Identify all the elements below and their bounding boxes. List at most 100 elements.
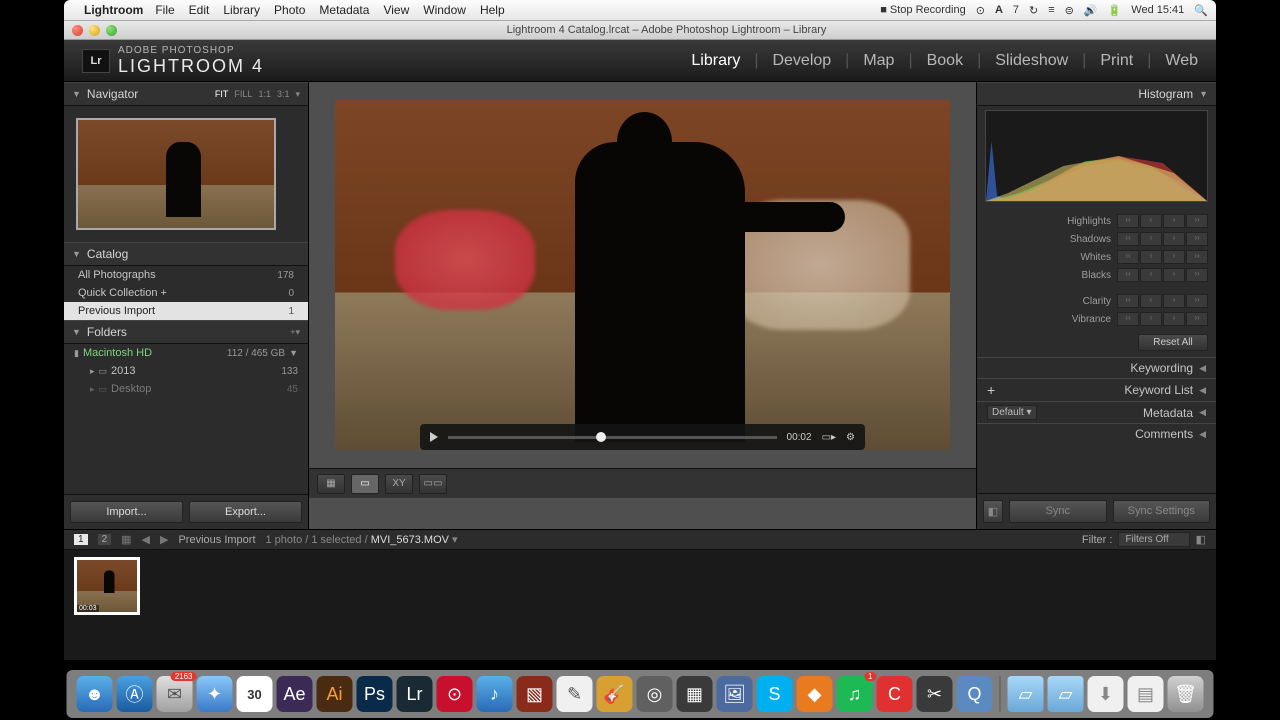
menu-library[interactable]: Library [223, 3, 260, 17]
dock-garageband[interactable]: 🎸 [597, 676, 633, 712]
survey-view-button[interactable]: ▭▭ [419, 474, 447, 494]
bluetooth-icon[interactable]: ≡ [1048, 4, 1054, 16]
dock-ccleaner[interactable]: C [877, 676, 913, 712]
chevron-right-icon[interactable]: ▸ [90, 366, 95, 377]
spotlight-icon[interactable]: 🔍 [1194, 4, 1208, 17]
chevron-down-icon[interactable]: ▼ [289, 348, 298, 358]
dock-skype[interactable]: S [757, 676, 793, 712]
second-window-button[interactable]: 2 [98, 534, 112, 545]
module-book[interactable]: Book [927, 52, 963, 70]
catalog-header[interactable]: ▼ Catalog [64, 242, 308, 266]
dock-illustrator[interactable]: Ai [317, 676, 353, 712]
video-scrubber[interactable] [448, 436, 777, 439]
import-button[interactable]: Import... [70, 501, 183, 523]
dock-app1[interactable]: ▧ [517, 676, 553, 712]
dock-photoshop[interactable]: Ps [357, 676, 393, 712]
keywording-header[interactable]: Keywording◀ [977, 357, 1216, 378]
dock-finalcut[interactable]: ✂ [917, 676, 953, 712]
sync-settings-button[interactable]: Sync Settings [1113, 500, 1211, 523]
dock-lastfm[interactable]: ⊙ [437, 676, 473, 712]
histogram-header[interactable]: Histogram ▼ [977, 82, 1216, 106]
filmstrip-thumb[interactable]: 00:03 [74, 557, 140, 615]
module-map[interactable]: Map [863, 52, 894, 70]
module-develop[interactable]: Develop [772, 52, 831, 70]
module-web[interactable]: Web [1165, 52, 1198, 70]
keyword-list-header[interactable]: + Keyword List◀ [977, 378, 1216, 401]
dock-doc[interactable]: ▤ [1128, 676, 1164, 712]
filmstrip-source[interactable]: Previous Import [178, 534, 255, 546]
next-icon[interactable]: ▶ [160, 533, 168, 546]
dock-textedit[interactable]: ✎ [557, 676, 593, 712]
close-window-button[interactable] [72, 25, 83, 36]
dock-mail[interactable]: ✉ [157, 676, 193, 712]
menu-help[interactable]: Help [480, 3, 505, 17]
dock-downloads[interactable]: ⬇ [1088, 676, 1124, 712]
sync-icon[interactable]: ↻ [1029, 4, 1038, 17]
minimize-window-button[interactable] [89, 25, 100, 36]
comments-header[interactable]: Comments◀ [977, 423, 1216, 444]
adj-highlights[interactable]: Highlights‹‹‹››› [977, 212, 1216, 230]
grid-icon[interactable]: ▦ [121, 533, 131, 546]
dock-itunes[interactable]: ♪ [477, 676, 513, 712]
dock-app3[interactable]: ▦ [677, 676, 713, 712]
menu-metadata[interactable]: Metadata [319, 3, 369, 17]
grid-view-button[interactable]: ▦ [317, 474, 345, 494]
dock-preview[interactable]: 🖼 [717, 676, 753, 712]
folder-2013[interactable]: ▸ ▭ 2013133 [64, 362, 308, 380]
dock-appstore[interactable]: Ⓐ [117, 676, 153, 712]
adj-vibrance[interactable]: Vibrance‹‹‹››› [977, 310, 1216, 328]
dock-lightroom[interactable]: Lr [397, 676, 433, 712]
nav-more-icon[interactable]: ▾ [295, 89, 300, 100]
menu-edit[interactable]: Edit [189, 3, 210, 17]
lastfm-icon[interactable]: ⊙ [976, 4, 985, 17]
folders-header[interactable]: ▼ Folders +▾ [64, 320, 308, 344]
catalog-previous-import[interactable]: Previous Import1 [64, 302, 308, 320]
dock-folder2[interactable]: ▱ [1048, 676, 1084, 712]
metadata-header[interactable]: Default ▾ Metadata◀ [977, 401, 1216, 423]
frame-icon[interactable]: ▭▸ [822, 432, 836, 443]
nav-fill[interactable]: FILL [234, 89, 252, 100]
dock-aftereffects[interactable]: Ae [277, 676, 313, 712]
catalog-all-photos[interactable]: All Photographs178 [64, 266, 308, 284]
wifi-icon[interactable]: ⊜ [1065, 4, 1074, 17]
compare-view-button[interactable]: XY [385, 474, 413, 494]
filter-lock-icon[interactable]: ◧ [1196, 533, 1206, 546]
plus-icon[interactable]: + [987, 382, 995, 398]
add-folder-icon[interactable]: +▾ [290, 327, 300, 338]
dock-folder1[interactable]: ▱ [1008, 676, 1044, 712]
app-name[interactable]: Lightroom [84, 3, 143, 17]
catalog-quick-collection[interactable]: Quick Collection +0 [64, 284, 308, 302]
play-icon[interactable] [430, 432, 438, 442]
clock[interactable]: Wed 15:41 [1131, 4, 1184, 16]
dock-quicktime[interactable]: Q [957, 676, 993, 712]
dock-calendar[interactable]: 30 [237, 676, 273, 712]
menu-file[interactable]: File [155, 3, 174, 17]
dock-trash[interactable]: 🗑 [1168, 676, 1204, 712]
dock-safari[interactable]: ✦ [197, 676, 233, 712]
reset-all-button[interactable]: Reset All [1138, 334, 1208, 351]
stop-recording[interactable]: ■ Stop Recording [880, 4, 966, 16]
prev-icon[interactable]: ◀ [142, 533, 150, 546]
dock-app2[interactable]: ◎ [637, 676, 673, 712]
nav-1-1[interactable]: 1:1 [258, 89, 271, 100]
menu-view[interactable]: View [383, 3, 409, 17]
folder-desktop[interactable]: ▸ ▭ Desktop45 [64, 380, 308, 398]
main-window-button[interactable]: 1 [74, 534, 88, 545]
module-library[interactable]: Library [691, 52, 740, 70]
filmstrip[interactable]: 00:03 [64, 550, 1216, 622]
zoom-window-button[interactable] [106, 25, 117, 36]
loupe-image[interactable]: 00:02 ▭▸ [335, 100, 950, 450]
adj-whites[interactable]: Whites‹‹‹››› [977, 248, 1216, 266]
adobe-icon[interactable]: A [995, 4, 1003, 16]
nav-fit[interactable]: FIT [215, 89, 229, 100]
chevron-right-icon[interactable]: ▸ [90, 384, 95, 395]
export-button[interactable]: Export... [189, 501, 302, 523]
folder-volume[interactable]: ▮ Macintosh HD 112 / 465 GB ▼ [64, 344, 308, 362]
adj-shadows[interactable]: Shadows‹‹‹››› [977, 230, 1216, 248]
nav-3-1[interactable]: 3:1 [277, 89, 290, 100]
menu-window[interactable]: Window [423, 3, 466, 17]
dock-finder[interactable]: ☻ [77, 676, 113, 712]
dock-app4[interactable]: ◆ [797, 676, 833, 712]
battery-icon[interactable]: 🔋 [1108, 4, 1122, 17]
gear-icon[interactable] [846, 432, 855, 443]
